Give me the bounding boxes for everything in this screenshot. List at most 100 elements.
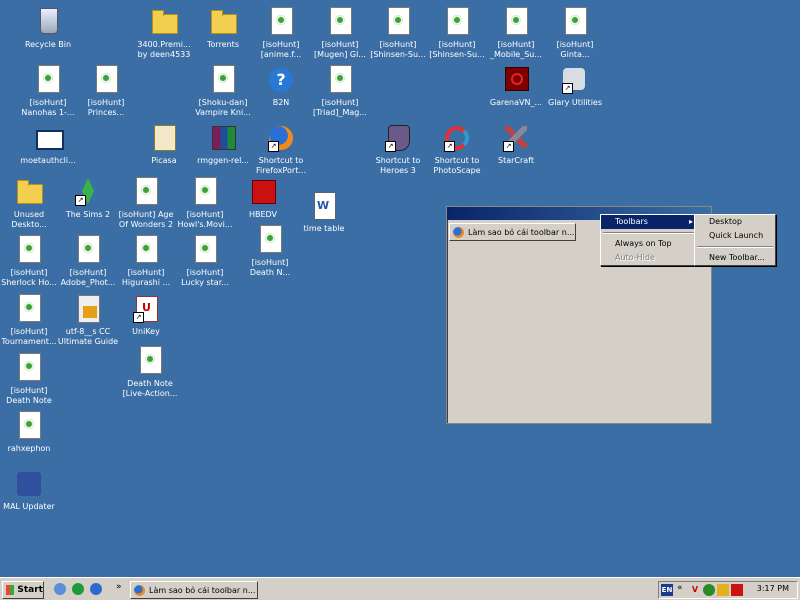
- utorrent-file-icon: [32, 64, 64, 96]
- utorrent-file-icon: [130, 234, 162, 266]
- system-tray: EN « V 3:17 PM: [658, 581, 798, 599]
- desktop-icon-garena[interactable]: GarenaVN_...: [482, 64, 550, 122]
- desktop-icon-recycle[interactable]: Recycle Bin: [14, 6, 82, 64]
- desktop-icon-label: [isoHunt] Princes...: [87, 98, 125, 117]
- clock[interactable]: 3:17 PM: [757, 584, 789, 593]
- utorrent-file-icon: [13, 352, 45, 384]
- shortcut-arrow-icon: ↗: [268, 141, 279, 152]
- utorrent-file-icon: [90, 64, 122, 96]
- menu-item-label: Always on Top: [615, 239, 672, 248]
- menu-separator: [697, 246, 773, 248]
- desktop-icon-shinsen2[interactable]: [isoHunt] [Shinsen-Su...: [423, 6, 491, 64]
- desktop-icon-label: B2N: [272, 98, 290, 107]
- hbedv-icon: [247, 176, 279, 208]
- desktop-icon-moetauth[interactable]: moetauthcli...: [14, 122, 82, 180]
- utorrent-file-icon: [207, 64, 239, 96]
- start-button[interactable]: Start: [2, 581, 44, 599]
- hbedv-tray-icon[interactable]: [731, 584, 743, 596]
- desktop-icon-label: [isoHunt] [Triad]_Mag...: [313, 98, 367, 117]
- desktop-icon-label: [isoHunt] Lucky star...: [181, 268, 229, 287]
- desktop-icon-label: [isoHunt] Ginta...: [556, 40, 594, 59]
- desktop-icon-heroes[interactable]: ↗ Shortcut to Heroes 3: [364, 122, 432, 180]
- taskbar-window-button[interactable]: Làm sao bỏ cái toolbar n...: [130, 581, 258, 599]
- desktop-icon-rahxephon[interactable]: rahxephon: [0, 410, 63, 468]
- toolbar-task-label: Làm sao bỏ cái toolbar n...: [468, 227, 575, 237]
- utorrent-file-icon: [134, 345, 166, 377]
- desktop-icon-label: 3400.Premi... by deen4533: [137, 40, 191, 59]
- desktop-icon-firefox[interactable]: ↗ Shortcut to FirefoxPort...: [247, 122, 315, 180]
- utorrent-file-icon: [189, 176, 221, 208]
- utorrent-file-icon: [324, 64, 356, 96]
- antivirus-tray-icon[interactable]: V: [689, 584, 701, 596]
- desktop-icon-deathlive[interactable]: Death Note [Live-Action...: [116, 345, 184, 403]
- submenu-arrow-icon: ▸: [688, 217, 693, 226]
- desktop-icon-label: Glary Utilities: [548, 98, 602, 107]
- desktop-icon-label: Shortcut to Heroes 3: [375, 156, 421, 175]
- desktop-icon-b2n[interactable]: ? B2N: [247, 64, 315, 122]
- utorrent-file-icon: [559, 6, 591, 38]
- heroes-icon: ↗: [382, 122, 414, 154]
- desktop-icon-triad[interactable]: [isoHunt] [Triad]_Mag...: [306, 64, 374, 122]
- toolbar-task-button[interactable]: Làm sao bỏ cái toolbar n...: [449, 223, 576, 241]
- firefox-icon: [134, 584, 145, 596]
- media-player-icon[interactable]: [72, 583, 84, 595]
- desktop-icon-anime[interactable]: [isoHunt] [anime.f...: [247, 6, 315, 64]
- toolbars-submenu: Desktop Quick Launch New Toolbar...: [694, 214, 776, 266]
- desktop-icon-picasa[interactable]: Picasa: [130, 122, 198, 180]
- desktop-icon-higurashi[interactable]: [isoHunt] Higurashi ...: [112, 234, 180, 292]
- desktop-icon-label: [isoHunt] [anime.f...: [260, 40, 302, 59]
- desktop-icon-photoscape[interactable]: ↗ Shortcut to PhotoScape: [423, 122, 491, 180]
- menu-item-auto-hide: Auto-Hide: [601, 251, 697, 265]
- submenu-item-new-toolbar[interactable]: New Toolbar...: [695, 251, 775, 265]
- desktop-icon-label: HBEDV: [248, 210, 278, 219]
- recycle-bin-icon: [32, 6, 64, 38]
- desktop-icon-label: Recycle Bin: [24, 40, 72, 49]
- utorrent-file-icon: [324, 6, 356, 38]
- folder-icon: [13, 176, 45, 208]
- desktop-icon-glary[interactable]: ↗ Glary Utilities: [541, 64, 609, 122]
- utorrent-file-icon: [441, 6, 473, 38]
- shortcut-arrow-icon: ↗: [75, 195, 86, 206]
- pdf-icon: [72, 293, 104, 325]
- show-desktop-icon[interactable]: [54, 583, 66, 595]
- internet-explorer-icon[interactable]: [90, 583, 102, 595]
- menu-item-always-on-top[interactable]: Always on Top: [601, 237, 697, 251]
- desktop-icon-label: Death Note [Live-Action...: [122, 379, 178, 398]
- desktop-icon-unikey[interactable]: ↗ UniKey: [112, 293, 180, 351]
- desktop-icon-shinsen1[interactable]: [isoHunt] [Shinsen-Su...: [364, 6, 432, 64]
- utorrent-file-icon: [265, 6, 297, 38]
- desktop-icon-age[interactable]: [isoHunt] Age Of Wonders 2: [112, 176, 180, 234]
- unikey-icon: ↗: [130, 293, 162, 325]
- alert-tray-icon[interactable]: [717, 584, 729, 596]
- utorrent-file-icon: [130, 176, 162, 208]
- folder-icon: [148, 6, 180, 38]
- desktop-icon-lucky[interactable]: [isoHunt] Lucky star...: [171, 234, 239, 292]
- desktop-icon-ginta[interactable]: [isoHunt] Ginta...: [541, 6, 609, 64]
- photoscape-icon: ↗: [441, 122, 473, 154]
- desktop-icon-princes[interactable]: [isoHunt] Princes...: [72, 64, 140, 122]
- shortcut-arrow-icon: ↗: [562, 83, 573, 94]
- language-indicator[interactable]: EN: [661, 584, 673, 596]
- desktop-icon-premi[interactable]: 3400.Premi... by deen4533: [130, 6, 198, 64]
- utorrent-file-icon: [254, 224, 286, 256]
- desktop-icon-label: StarCraft: [498, 156, 534, 165]
- menu-item-toolbars[interactable]: Toolbars ▸: [601, 215, 697, 229]
- glary-utilities-icon: ↗: [559, 64, 591, 96]
- taskbar-window-label: Làm sao bỏ cái toolbar n...: [149, 585, 256, 595]
- quick-launch-chevron[interactable]: »: [116, 582, 122, 592]
- tray-chevron[interactable]: «: [677, 583, 683, 593]
- desktop-icon-mal[interactable]: MAL Updater: [0, 468, 63, 526]
- desktop-icon-deathnote[interactable]: [isoHunt] Death Note: [0, 352, 63, 410]
- help-icon: ?: [265, 64, 297, 96]
- firefox-icon: [453, 226, 464, 238]
- windows-logo-icon: [6, 585, 15, 595]
- shortcut-arrow-icon: ↗: [503, 141, 514, 152]
- shortcut-arrow-icon: ↗: [133, 312, 144, 323]
- network-tray-icon[interactable]: [703, 584, 715, 596]
- desktop-icon-deathn[interactable]: [isoHunt] Death N...: [236, 224, 304, 282]
- submenu-item-quick-launch[interactable]: Quick Launch: [695, 229, 775, 243]
- folder-icon: [207, 6, 239, 38]
- submenu-item-desktop[interactable]: Desktop: [695, 215, 775, 229]
- desktop-icon-mobile[interactable]: [isoHunt] _Mobile_Su...: [482, 6, 550, 64]
- desktop-icon-starcraft[interactable]: ↗ StarCraft: [482, 122, 550, 180]
